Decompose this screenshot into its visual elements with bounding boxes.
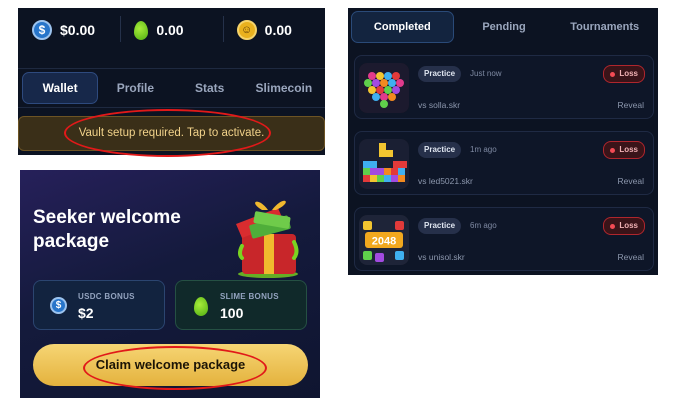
reveal-link[interactable]: Reveal [618, 100, 644, 110]
match-row[interactable]: 2048 Practice 6m ago Loss vs unisol.skr … [354, 207, 654, 271]
matches-panel: Completed Pending Tournaments Practice J… [348, 8, 658, 275]
tab-pending[interactable]: Pending [454, 12, 555, 42]
usdc-bonus-value: $2 [78, 305, 94, 321]
block-puzzle-game-icon [359, 139, 409, 189]
slime-balance: 0.00 [120, 8, 222, 52]
mode-badge: Practice [418, 142, 462, 158]
loss-dot-icon [610, 223, 616, 229]
slime-drop-icon [134, 20, 149, 40]
slimecoin-balance-value: 0.00 [264, 22, 292, 38]
loss-dot-icon [610, 71, 616, 77]
slimecoin-balance: ☺ 0.00 [222, 8, 325, 52]
2048-game-icon: 2048 [359, 215, 409, 265]
usdc-coin-icon: $ [50, 297, 67, 314]
tab-stats[interactable]: Stats [173, 73, 247, 103]
usdc-bonus-card: $ USDC BONUS $2 [33, 280, 165, 330]
reveal-link[interactable]: Reveal [618, 252, 644, 262]
match-row[interactable]: Practice 1m ago Loss vs led5021.skr Reve… [354, 131, 654, 195]
match-tabs: Completed Pending Tournaments [351, 10, 655, 44]
match-time: 1m ago [470, 145, 497, 154]
tab-slimecoin[interactable]: Slimecoin [247, 73, 321, 103]
usdc-coin-icon: $ [32, 20, 52, 40]
tab-wallet[interactable]: Wallet [22, 72, 99, 104]
welcome-title: Seeker welcome package [33, 206, 193, 254]
slime-drop-icon [194, 297, 208, 316]
result-badge: Loss [603, 217, 645, 235]
welcome-title-line1: Seeker welcome [33, 207, 181, 228]
slime-bonus-card: SLIME BONUS 100 [175, 280, 307, 330]
mode-badge: Practice [418, 218, 462, 234]
usdc-balance-value: $0.00 [60, 22, 96, 38]
slime-bonus-label: SLIME BONUS [220, 292, 279, 301]
mode-badge: Practice [418, 66, 462, 82]
highlight-ring [64, 109, 271, 157]
match-row[interactable]: Practice Just now Loss vs solla.skr Reve… [354, 55, 654, 119]
opponent-name: vs solla.skr [418, 100, 461, 110]
tab-completed[interactable]: Completed [351, 11, 454, 43]
result-label: Loss [619, 221, 638, 230]
match-time: Just now [470, 69, 502, 78]
match-time: 6m ago [470, 221, 497, 230]
2048-label: 2048 [372, 236, 396, 248]
bubble-heart-game-icon [359, 63, 409, 113]
balance-row: $ $0.00 0.00 ☺ 0.00 [18, 8, 325, 52]
usdc-balance: $ $0.00 [18, 8, 120, 52]
slime-balance-value: 0.00 [156, 22, 184, 38]
result-badge: Loss [603, 141, 645, 159]
tab-profile[interactable]: Profile [98, 73, 172, 103]
slimecoin-icon: ☺ [236, 20, 257, 40]
opponent-name: vs unisol.skr [418, 252, 465, 262]
reveal-link[interactable]: Reveal [618, 176, 644, 186]
wallet-tabs: Wallet Profile Stats Slimecoin [18, 68, 325, 108]
loss-dot-icon [610, 147, 616, 153]
slime-bonus-value: 100 [220, 305, 244, 321]
result-badge: Loss [603, 65, 645, 83]
highlight-ring [83, 346, 267, 390]
welcome-title-line2: package [33, 231, 110, 252]
result-label: Loss [619, 69, 638, 78]
usdc-bonus-label: USDC BONUS [78, 292, 135, 301]
result-label: Loss [619, 145, 638, 154]
gift-box-icon [236, 200, 299, 278]
tab-tournaments[interactable]: Tournaments [554, 12, 655, 42]
opponent-name: vs led5021.skr [418, 176, 473, 186]
